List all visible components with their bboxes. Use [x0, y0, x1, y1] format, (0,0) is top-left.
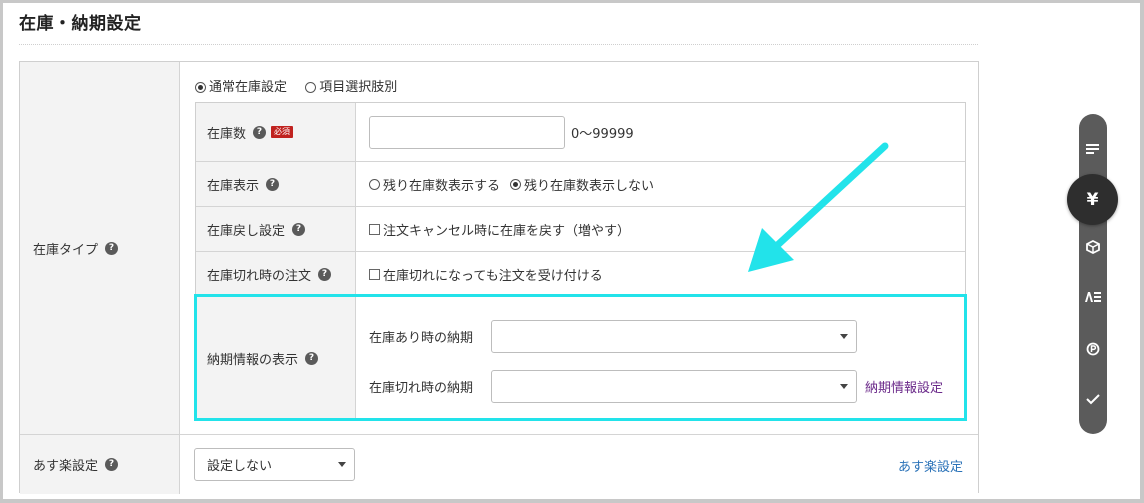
- lines-icon[interactable]: [1079, 137, 1107, 161]
- radio-show-remaining-label: 残り在庫数表示する: [383, 178, 501, 194]
- help-icon[interactable]: ?: [253, 125, 267, 139]
- stock-count-label-cell: 在庫数 ? 必須: [196, 103, 356, 161]
- stock-return-label: 在庫戻し設定: [207, 223, 286, 239]
- out-of-stock-delivery-select[interactable]: [491, 369, 857, 403]
- asuraku-select[interactable]: 設定しない: [194, 448, 355, 481]
- stock-count-label: 在庫数: [207, 126, 247, 142]
- in-stock-delivery-select[interactable]: [491, 319, 857, 353]
- asuraku-label: あす楽設定: [33, 459, 99, 474]
- help-icon[interactable]: ?: [105, 241, 119, 255]
- radio-show-remaining[interactable]: [369, 178, 380, 190]
- points-icon[interactable]: [1079, 337, 1107, 361]
- side-rail: [1079, 114, 1107, 434]
- radio-normal-stock-label: 通常在庫設定: [209, 80, 288, 95]
- settings-table: 在庫タイプ ? 通常在庫設定 項目選択肢別 在庫数 ? 必須 0〜99999 在…: [19, 61, 979, 494]
- radio-per-option-stock-label: 項目選択肢別: [319, 80, 398, 95]
- help-icon[interactable]: ?: [105, 458, 119, 471]
- stock-type-label-cell: 在庫タイプ ?: [20, 62, 180, 434]
- delivery-info-label: 納期情報の表示: [207, 352, 299, 368]
- chevron-down-icon: [338, 462, 346, 467]
- stock-type-options: 通常在庫設定 項目選択肢別: [195, 76, 397, 95]
- stock-return-checkbox[interactable]: [369, 223, 380, 235]
- chevron-down-icon: [840, 333, 848, 339]
- radio-hide-remaining[interactable]: [510, 178, 522, 190]
- out-of-stock-delivery-label: 在庫切れ時の納期: [369, 380, 474, 396]
- radio-normal-stock[interactable]: [195, 82, 206, 93]
- asuraku-label-cell: あす楽設定 ?: [20, 435, 180, 494]
- stock-display-label: 在庫表示: [207, 178, 260, 194]
- out-of-stock-order-checkbox[interactable]: [369, 268, 380, 280]
- stock-return-checkbox-label: 注文キャンセル時に在庫を戻す（増やす）: [383, 223, 631, 239]
- check-icon[interactable]: [1079, 387, 1107, 411]
- radio-per-option-stock[interactable]: [305, 82, 317, 93]
- chevron-down-icon: [840, 383, 848, 389]
- title-divider: [19, 44, 978, 45]
- yen-icon[interactable]: ¥: [1067, 174, 1118, 225]
- in-stock-delivery-label: 在庫あり時の納期: [369, 330, 474, 346]
- stock-type-label: 在庫タイプ: [33, 242, 99, 258]
- text-format-icon[interactable]: [1079, 285, 1107, 309]
- help-icon[interactable]: ?: [292, 222, 306, 236]
- asuraku-settings-link[interactable]: あす楽設定: [898, 456, 963, 475]
- help-icon[interactable]: ?: [305, 351, 319, 365]
- row-delivery-info: 納期情報の表示 ? 在庫あり時の納期 在庫切れ時の納期 納期情報設定: [196, 297, 965, 419]
- help-icon[interactable]: ?: [318, 267, 332, 281]
- delivery-settings-link[interactable]: 納期情報設定: [865, 377, 943, 396]
- stock-count-range: 0〜99999: [571, 126, 634, 142]
- out-of-stock-order-checkbox-label: 在庫切れになっても注文を受け付ける: [383, 268, 603, 284]
- annotation-arrow-icon: [748, 142, 889, 272]
- box-icon[interactable]: [1079, 235, 1107, 259]
- page-title: 在庫・納期設定: [19, 14, 142, 34]
- help-icon[interactable]: ?: [266, 177, 280, 191]
- required-badge: 必須: [271, 126, 294, 138]
- stock-count-input[interactable]: [369, 115, 565, 149]
- out-of-stock-order-label: 在庫切れ時の注文: [207, 268, 312, 284]
- radio-hide-remaining-label: 残り在庫数表示しない: [524, 178, 655, 194]
